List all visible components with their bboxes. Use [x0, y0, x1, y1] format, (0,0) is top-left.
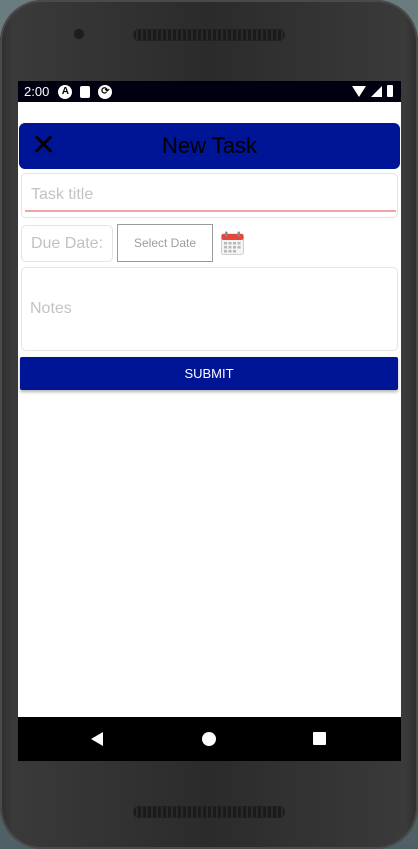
- recents-icon[interactable]: [313, 732, 326, 745]
- select-date-label: Select Date: [133, 236, 197, 250]
- home-icon[interactable]: [202, 732, 216, 746]
- submit-button[interactable]: SUBMIT: [20, 357, 398, 390]
- android-icon: A: [58, 84, 73, 99]
- task-title-input[interactable]: [25, 180, 396, 212]
- signal-icon: [371, 85, 382, 97]
- close-icon[interactable]: ✕: [31, 131, 56, 161]
- page-title: New Task: [162, 133, 257, 158]
- phone-device-frame: 2:00 A ⟳ ✕ New Task Due Date: Select Dat…: [0, 0, 418, 849]
- due-date-label: Due Date:: [30, 234, 104, 252]
- app-header: ✕ New Task: [19, 123, 400, 169]
- status-time: 2:00: [24, 84, 50, 99]
- status-right-icons: [352, 85, 393, 97]
- bottom-speaker-grille: [133, 806, 285, 818]
- system-nav-bar: [18, 717, 401, 761]
- battery-icon: [387, 85, 393, 97]
- sync-icon: ⟳: [98, 84, 113, 99]
- notes-input[interactable]: [22, 268, 397, 350]
- task-title-field: [21, 173, 398, 218]
- top-speaker-grille: [133, 29, 285, 41]
- due-date-label-box: Due Date:: [21, 225, 113, 262]
- status-bar: 2:00 A ⟳: [18, 81, 401, 102]
- back-icon[interactable]: [91, 732, 103, 746]
- select-date-button[interactable]: Select Date: [117, 224, 213, 262]
- notes-field: [21, 267, 398, 351]
- sd-card-icon: [80, 85, 91, 98]
- submit-label: SUBMIT: [184, 366, 234, 381]
- front-camera: [74, 29, 84, 39]
- calendar-icon[interactable]: [221, 231, 244, 255]
- app-screen: 2:00 A ⟳ ✕ New Task Due Date: Select Dat…: [18, 81, 401, 761]
- wifi-icon: [352, 85, 366, 97]
